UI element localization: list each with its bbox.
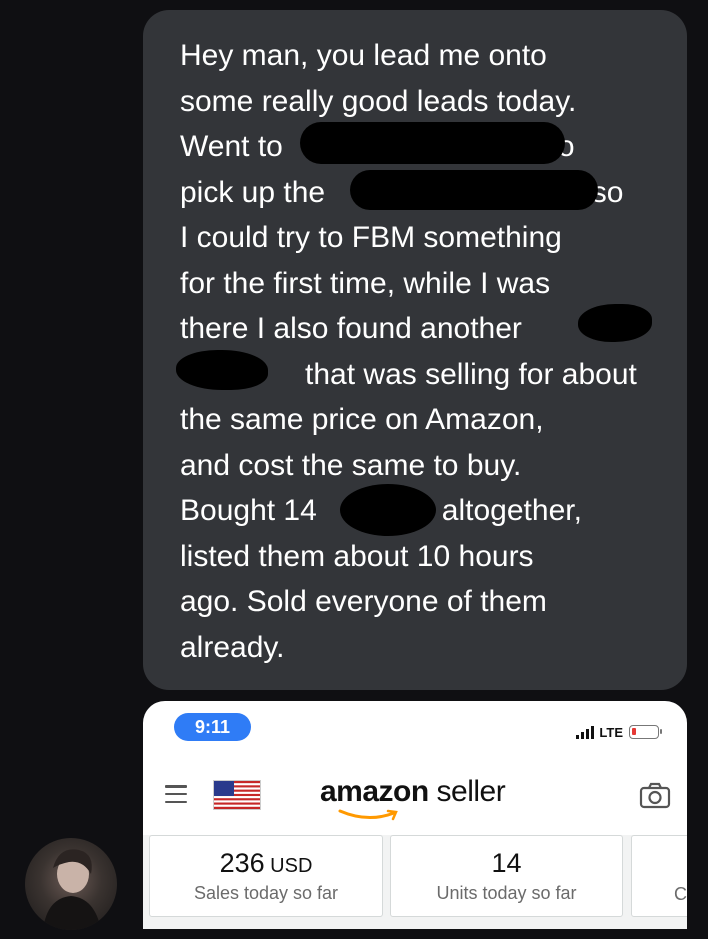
summary-tiles: 236 USD Sales today so far 14 Units toda… xyxy=(143,835,687,929)
logo-product: seller xyxy=(428,775,506,808)
sales-unit: USD xyxy=(264,855,313,877)
logo-brand: amazon xyxy=(320,775,429,808)
status-bar-right: LTE xyxy=(576,723,662,741)
menu-icon[interactable] xyxy=(165,785,187,803)
sales-value: 236 xyxy=(219,848,265,878)
status-time: 9:11 xyxy=(174,713,251,741)
sales-label: Sales today so far xyxy=(193,883,339,903)
amazon-seller-logo: amazon seller xyxy=(320,775,506,821)
camera-icon[interactable] xyxy=(639,781,671,809)
partial-label: C xyxy=(674,884,687,904)
network-label: LTE xyxy=(599,724,623,740)
avatar[interactable] xyxy=(25,838,117,930)
units-tile[interactable]: 14 Units today so far xyxy=(390,835,623,917)
redaction-mark xyxy=(176,350,268,390)
message-line: already. xyxy=(180,630,285,664)
units-value: 14 xyxy=(491,848,522,878)
amazon-seller-screenshot: 9:11 LTE amazon seller 236 USD Sales tod… xyxy=(143,701,687,929)
us-flag-icon[interactable] xyxy=(213,780,261,810)
redaction-mark xyxy=(578,304,652,342)
message-line: listed them about 10 hours xyxy=(180,539,534,573)
battery-icon xyxy=(629,725,662,739)
message-line: and cost the same to buy. xyxy=(180,448,522,482)
top-nav: amazon seller xyxy=(143,771,687,821)
signal-icon xyxy=(576,725,595,739)
redaction-mark xyxy=(340,484,436,536)
redaction-mark xyxy=(300,122,565,164)
redaction-mark xyxy=(350,170,598,210)
partial-tile[interactable]: C xyxy=(631,835,687,917)
message-line: the same price on Amazon, xyxy=(180,403,544,436)
message-line: some really good leads today. xyxy=(180,84,577,118)
sales-tile[interactable]: 236 USD Sales today so far xyxy=(149,835,383,917)
message-line: I could try to FBM something xyxy=(180,221,562,254)
units-label: Units today so far xyxy=(436,883,577,903)
message-line: Hey man, you lead me onto xyxy=(180,39,547,72)
message-line: for the first time, while I was xyxy=(180,266,551,300)
amazon-smile-icon xyxy=(338,809,398,821)
message-line: ago. Sold everyone of them xyxy=(180,585,547,618)
